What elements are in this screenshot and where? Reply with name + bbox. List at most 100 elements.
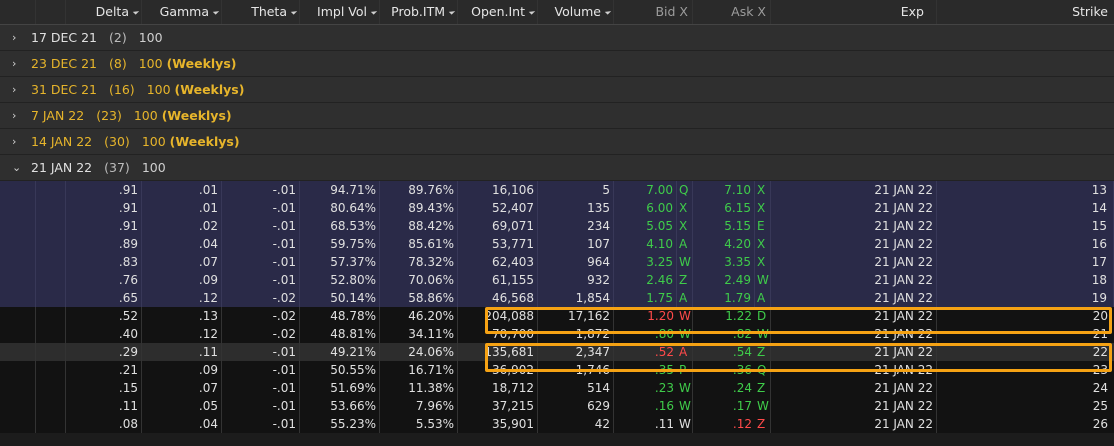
ask-exchange-cell: Z xyxy=(755,343,771,361)
bid-price-cell[interactable]: 7.00 xyxy=(614,181,677,199)
option-row-strike-15[interactable]: .91.02 -.01 68.53% 88.42% 69,071 234 5.05 X 5.15… xyxy=(0,217,1114,235)
row-blank-1 xyxy=(0,307,36,325)
ask-price-cell[interactable]: .12 xyxy=(693,415,755,433)
impl-vol-cell: 68.53% xyxy=(300,217,380,235)
expiration-series-row[interactable]: › 31 DEC 21 (16) 100 (Weeklys) xyxy=(0,77,1114,103)
option-row-strike-23[interactable]: .21.09 -.01 50.55% 16.71% 36,902 1,746.35 P .36… xyxy=(0,361,1114,379)
col-header-theta[interactable]: Theta xyxy=(222,0,300,24)
col-header-strike[interactable]: Strike xyxy=(937,0,1114,24)
open-int-cell: 62,403 xyxy=(458,253,538,271)
series-strike-count: (16) xyxy=(109,82,135,97)
option-row-strike-25[interactable]: .11.05 -.01 53.66% 7.96% 37,215 629.16 W .17 W 21… xyxy=(0,397,1114,415)
option-row-strike-26[interactable]: .08.04 -.01 55.23% 5.53% 35,901 42.11 W .12 Z 21 … xyxy=(0,415,1114,433)
bid-price-cell[interactable]: .35 xyxy=(614,361,677,379)
bid-price-cell[interactable]: 4.10 xyxy=(614,235,677,253)
strike-cell: 22 xyxy=(1092,345,1108,359)
col-header-prob-itm[interactable]: Prob.ITM xyxy=(380,0,458,24)
row-blank-1 xyxy=(0,415,36,433)
ask-exchange-cell: E xyxy=(755,217,771,235)
bid-price-cell[interactable]: 3.25 xyxy=(614,253,677,271)
col-header-ask[interactable]: Ask X xyxy=(693,0,771,24)
delta-cell: .15 xyxy=(66,379,142,397)
ask-price-cell[interactable]: 5.15 xyxy=(693,217,755,235)
series-multiplier: 100 xyxy=(133,108,158,123)
col-header-open-int[interactable]: Open.Int xyxy=(458,0,538,24)
row-blank-2 xyxy=(36,181,66,199)
chevron-right-icon[interactable]: › xyxy=(12,109,26,123)
expiration-series-row[interactable]: › 17 DEC 21 (2) 100 xyxy=(0,25,1114,51)
ask-price-cell[interactable]: 1.22 xyxy=(693,307,755,325)
col-header-bid[interactable]: Bid X xyxy=(614,0,693,24)
expiration-series-row[interactable]: › 23 DEC 21 (8) 100 (Weeklys) xyxy=(0,51,1114,77)
prob-itm-cell: 89.43% xyxy=(380,199,458,217)
option-row-strike-14[interactable]: .91.01 -.01 80.64% 89.43% 52,407 135 6.00 X 6.15… xyxy=(0,199,1114,217)
option-row-strike-22[interactable]: .29.11 -.01 49.21% 24.06% 135,681 2,347.52 A .5… xyxy=(0,343,1114,361)
col-header-volume[interactable]: Volume xyxy=(538,0,614,24)
theta-cell: -.01 xyxy=(222,235,300,253)
exp-cell: 21 JAN 22 xyxy=(771,289,937,307)
theta-cell: -.01 xyxy=(222,397,300,415)
option-row-strike-24[interactable]: .15.07 -.01 51.69% 11.38% 18,712 514.23 W .24 Z 2… xyxy=(0,379,1114,397)
theta-cell: -.01 xyxy=(222,181,300,199)
expiration-series-row[interactable]: ⌄ 21 JAN 22 (37) 100 xyxy=(0,155,1114,181)
delta-cell: .83 xyxy=(66,253,142,271)
chevron-down-icon[interactable]: ⌄ xyxy=(12,161,26,175)
row-blank-2 xyxy=(36,325,66,343)
ask-price-cell[interactable]: 6.15 xyxy=(693,199,755,217)
bid-price-cell[interactable]: .11 xyxy=(614,415,677,433)
series-strike-count: (8) xyxy=(109,56,127,71)
strike-cell: 24 xyxy=(1092,381,1108,395)
sort-icon xyxy=(528,8,536,15)
gamma-cell: .13 xyxy=(142,307,222,325)
col-header-gamma[interactable]: Gamma xyxy=(142,0,222,24)
prob-itm-cell: 16.71% xyxy=(380,361,458,379)
ask-price-cell[interactable]: .82 xyxy=(693,325,755,343)
ask-price-cell[interactable]: 3.35 xyxy=(693,253,755,271)
chevron-right-icon[interactable]: › xyxy=(12,135,26,149)
series-weeklys-label: (Weeklys) xyxy=(166,56,237,71)
gamma-cell: .04 xyxy=(142,415,222,433)
ask-exchange-cell: X xyxy=(755,181,771,199)
impl-vol-cell: 50.55% xyxy=(300,361,380,379)
delta-cell: .11 xyxy=(66,397,142,415)
col-header-impl-vol[interactable]: Impl Vol xyxy=(300,0,380,24)
bid-price-cell[interactable]: 6.00 xyxy=(614,199,677,217)
option-row-strike-21[interactable]: .40.12 -.02 48.81% 34.11% 70,700 1,872.80 W .82… xyxy=(0,325,1114,343)
chevron-right-icon[interactable]: › xyxy=(12,57,26,71)
impl-vol-cell: 52.80% xyxy=(300,271,380,289)
ask-price-cell[interactable]: 1.79 xyxy=(693,289,755,307)
col-header-exp[interactable]: Exp xyxy=(771,0,937,24)
bid-price-cell[interactable]: .80 xyxy=(614,325,677,343)
col-header-delta[interactable]: Delta xyxy=(66,0,142,24)
bid-price-cell[interactable]: .23 xyxy=(614,379,677,397)
row-blank-2 xyxy=(36,307,66,325)
option-row-strike-13[interactable]: .91.01 -.01 94.71% 89.76% 16,106 5 7.00 Q 7.10 X 2… xyxy=(0,181,1114,199)
ask-price-cell[interactable]: .17 xyxy=(693,397,755,415)
bid-price-cell[interactable]: .52 xyxy=(614,343,677,361)
ask-price-cell[interactable]: 2.49 xyxy=(693,271,755,289)
chevron-right-icon[interactable]: › xyxy=(12,83,26,97)
expiration-series-row[interactable]: › 7 JAN 22 (23) 100 (Weeklys) xyxy=(0,103,1114,129)
option-row-strike-18[interactable]: .76.09 -.01 52.80% 70.06% 61,155 932 2.46 Z 2.49… xyxy=(0,271,1114,289)
option-row-strike-20[interactable]: .52.13 -.02 48.78% 46.20% 204,088 17,162 1.20 W… xyxy=(0,307,1114,325)
option-row-strike-19[interactable]: .65.12 -.02 50.14% 58.86% 46,568 1,854 1.75 A 1.… xyxy=(0,289,1114,307)
row-blank-2 xyxy=(36,415,66,433)
bid-price-cell[interactable]: 1.20 xyxy=(614,307,677,325)
bid-exchange-cell: P xyxy=(677,361,693,379)
option-row-strike-16[interactable]: .89.04 -.01 59.75% 85.61% 53,771 107 4.10 A 4.20… xyxy=(0,235,1114,253)
ask-price-cell[interactable]: 4.20 xyxy=(693,235,755,253)
option-row-strike-17[interactable]: .83.07 -.01 57.37% 78.32% 62,403 964 3.25 W 3.35… xyxy=(0,253,1114,271)
ask-price-cell[interactable]: .24 xyxy=(693,379,755,397)
strike-cell: 21 xyxy=(1092,327,1108,341)
ask-price-cell[interactable]: 7.10 xyxy=(693,181,755,199)
bid-price-cell[interactable]: 2.46 xyxy=(614,271,677,289)
ask-price-cell[interactable]: .36 xyxy=(693,361,755,379)
chevron-right-icon[interactable]: › xyxy=(12,31,26,45)
delta-cell: .52 xyxy=(66,307,142,325)
exp-cell: 21 JAN 22 xyxy=(771,343,937,361)
ask-price-cell[interactable]: .54 xyxy=(693,343,755,361)
expiration-series-row[interactable]: › 14 JAN 22 (30) 100 (Weeklys) xyxy=(0,129,1114,155)
bid-price-cell[interactable]: .16 xyxy=(614,397,677,415)
bid-price-cell[interactable]: 1.75 xyxy=(614,289,677,307)
bid-price-cell[interactable]: 5.05 xyxy=(614,217,677,235)
